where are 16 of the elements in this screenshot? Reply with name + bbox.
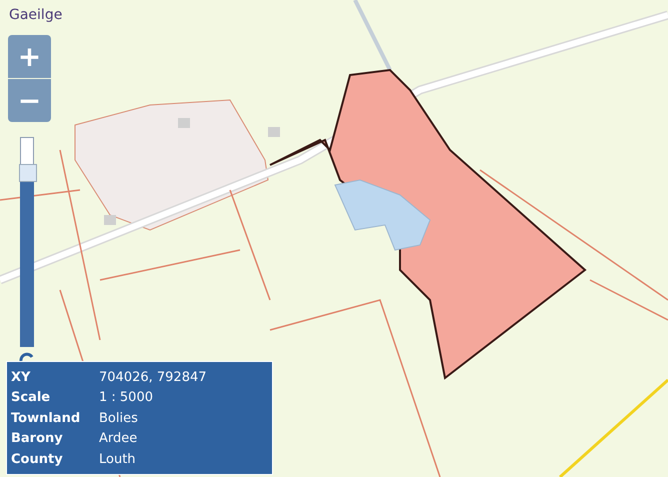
language-link[interactable]: Gaeilge (9, 7, 62, 23)
info-label: Townland (11, 410, 82, 426)
info-value: Bolies (99, 410, 138, 426)
info-value: Louth (99, 452, 136, 467)
slider-handle[interactable] (19, 164, 37, 182)
refresh-icon[interactable] (19, 351, 35, 361)
info-value: Ardee (99, 431, 138, 446)
info-label: Barony (11, 431, 64, 446)
info-label: County (11, 452, 64, 467)
zoom-in-button[interactable]: + (8, 35, 51, 78)
info-value: 704026, 792847 (99, 370, 207, 385)
zoom-slider[interactable] (20, 137, 34, 347)
info-value: 1 : 5000 (99, 390, 153, 406)
zoom-out-button[interactable]: − (8, 79, 51, 122)
info-label: XY (11, 370, 32, 385)
info-label: Scale (11, 390, 52, 406)
